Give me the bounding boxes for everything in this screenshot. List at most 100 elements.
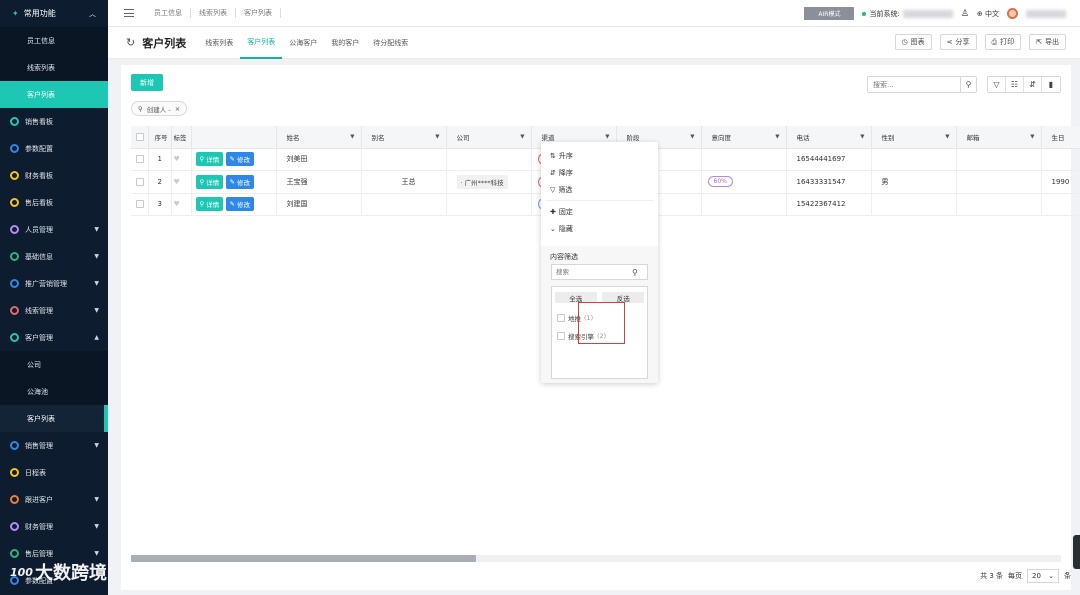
sidebar-group-b-2[interactable]: 跟进客户 ▼ <box>0 486 108 513</box>
air-mode-button[interactable]: AIR模式 <box>804 7 855 20</box>
checkbox[interactable] <box>557 314 565 322</box>
menu-item-sort-asc[interactable]: ⇅ 升序 <box>541 147 658 164</box>
row-checkbox[interactable] <box>136 155 144 164</box>
search-icon[interactable]: ⚲ <box>960 77 976 92</box>
col-birthday[interactable]: 生日 <box>1041 126 1080 149</box>
sidebar-group-b-0[interactable]: 销售管理 ▼ <box>0 432 108 459</box>
tab-customer-list[interactable]: 客户列表 <box>240 27 283 59</box>
chevron-down-icon[interactable]: ▼ <box>435 134 439 140</box>
sidebar-group-label: 人员管理 <box>25 225 53 234</box>
scrollbar-thumb[interactable] <box>131 555 476 562</box>
breadcrumb-employee-info[interactable]: 员工信息 <box>146 8 191 18</box>
sidebar-group-a-0[interactable]: 销售看板 <box>0 108 108 135</box>
row-actions: ⚲ 详情 ✎ 修改 <box>191 170 277 194</box>
edit-button[interactable]: ✎ 修改 <box>225 152 254 167</box>
tab-my-customers[interactable]: 我的客户 <box>324 27 366 59</box>
sidebar-group-a-2[interactable]: 财务看板 <box>0 162 108 189</box>
menu-item-filter[interactable]: ▽ 筛选 <box>541 181 658 198</box>
sidebar-group-a-6[interactable]: 推广营销管理 ▼ <box>0 270 108 297</box>
detail-button[interactable]: ⚲ 详情 <box>195 174 224 189</box>
sidebar-item-company[interactable]: 公司 <box>0 351 108 378</box>
menu-item-pin[interactable]: ✚ 固定 <box>541 203 658 220</box>
search-icon[interactable]: ⚲ <box>632 268 638 277</box>
chart-button[interactable]: ◷ 图表 <box>894 34 932 50</box>
breadcrumb-lead-list[interactable]: 线索列表 <box>191 8 236 18</box>
row-checkbox[interactable] <box>136 177 144 186</box>
sidebar-group-label: 参数配置 <box>25 144 53 153</box>
close-icon[interactable]: × <box>175 105 180 113</box>
add-button[interactable]: 新增 <box>131 74 163 91</box>
sidebar-group-a-1[interactable]: 参数配置 <box>0 135 108 162</box>
col-alias[interactable]: 别名 ▼ <box>361 126 447 149</box>
sidebar-item-public-pool[interactable]: 公海池 <box>0 378 108 405</box>
export-button[interactable]: ⇱ 导出 <box>1029 34 1066 50</box>
dropdown-search-input[interactable] <box>552 268 632 276</box>
tab-lead-list[interactable]: 线索列表 <box>198 27 240 59</box>
checkbox[interactable] <box>557 332 565 340</box>
col-intent[interactable]: 意向度 ▼ <box>701 126 787 149</box>
horizontal-scrollbar[interactable] <box>131 555 1061 562</box>
menu-toggle-icon[interactable] <box>124 9 134 17</box>
heart-icon[interactable]: ♥ <box>174 155 180 163</box>
menu-item-hide[interactable]: ⌄ 隐藏 <box>541 220 658 237</box>
tab-public-customers[interactable]: 公海客户 <box>282 27 324 59</box>
tab-pending-leads[interactable]: 待分配线索 <box>366 27 415 59</box>
sidebar-group-label: 跟进客户 <box>25 495 53 504</box>
language-switch[interactable]: ⊕ 中文 <box>977 9 999 19</box>
filter-icon[interactable]: ▽ <box>988 77 1006 92</box>
print-button[interactable]: ⎙ 打印 <box>984 34 1022 50</box>
col-phone[interactable]: 电话 ▼ <box>786 126 872 149</box>
menu-item-sort-desc[interactable]: ⇵ 降序 <box>541 164 658 181</box>
page-size-select[interactable]: 20 ⌄ <box>1027 569 1059 583</box>
chevron-down-icon[interactable]: ▼ <box>1030 134 1034 140</box>
button-label: 打印 <box>1000 38 1015 46</box>
columns-icon[interactable]: ☷ <box>1006 77 1024 92</box>
cell-company <box>446 193 532 216</box>
edit-button[interactable]: ✎ 修改 <box>225 174 254 189</box>
sidebar-group-a-5[interactable]: 基础信息 ▼ <box>0 243 108 270</box>
col-email[interactable]: 邮箱 ▼ <box>956 126 1042 149</box>
chevron-down-icon[interactable]: ▼ <box>690 134 694 140</box>
sidebar-item-customer-list-2[interactable]: 客户列表 <box>0 405 108 432</box>
edit-button[interactable]: ✎ 修改 <box>225 197 254 212</box>
share-button[interactable]: ⋖ 分享 <box>939 34 977 50</box>
col-alias-label: 别名 <box>371 133 385 142</box>
sidebar-group-a-8[interactable]: 客户管理 ▲ <box>0 324 108 351</box>
sidebar-group-a-7[interactable]: 线索管理 ▼ <box>0 297 108 324</box>
avatar[interactable] <box>1007 8 1018 19</box>
search-input[interactable] <box>868 80 960 89</box>
side-handle[interactable] <box>1073 535 1080 569</box>
sidebar-group-b-3[interactable]: 财务管理 ▼ <box>0 513 108 540</box>
sidebar-item-lead-list[interactable]: 线索列表 <box>0 54 108 81</box>
refresh-icon[interactable]: ↻ <box>126 36 135 49</box>
breadcrumb-customer-list[interactable]: 客户列表 <box>236 8 281 18</box>
sidebar-group-a-3[interactable]: 售后看板 <box>0 189 108 216</box>
bar-chart-icon[interactable]: ▮ <box>1042 77 1060 92</box>
chevron-down-icon[interactable]: ▼ <box>775 134 779 140</box>
current-system[interactable]: 当前系统: <box>862 9 953 19</box>
sidebar-group-b-1[interactable]: 日程表 <box>0 459 108 486</box>
heart-icon[interactable]: ♥ <box>174 200 180 208</box>
chevron-down-icon[interactable]: ▼ <box>605 134 609 140</box>
col-company[interactable]: 公司 ▼ <box>446 126 532 149</box>
sidebar-item-customer-list[interactable]: 客户列表 <box>0 81 108 108</box>
filter-tag-creator[interactable]: ⚲ 创建人 - × <box>131 101 188 116</box>
chevron-down-icon[interactable]: ▼ <box>520 134 524 140</box>
detail-button[interactable]: ⚲ 详情 <box>195 197 224 212</box>
row-index: 3 <box>148 193 172 216</box>
chevron-down-icon[interactable]: ▼ <box>350 134 354 140</box>
col-gender[interactable]: 性别 ▼ <box>871 126 957 149</box>
row-checkbox[interactable] <box>136 200 144 209</box>
sidebar-top-common[interactable]: ✦ 常用功能 ︿ <box>0 0 108 27</box>
edit-label: 修改 <box>236 178 250 187</box>
heart-icon[interactable]: ♥ <box>174 178 180 186</box>
detail-button[interactable]: ⚲ 详情 <box>195 152 224 167</box>
chevron-down-icon[interactable]: ▼ <box>860 134 864 140</box>
user-lock-icon[interactable]: ♙ <box>961 9 969 19</box>
sidebar-group-a-4[interactable]: 人员管理 ▼ <box>0 216 108 243</box>
sidebar-item-employee-info[interactable]: 员工信息 <box>0 27 108 54</box>
select-all-checkbox[interactable] <box>136 132 144 141</box>
col-name[interactable]: 姓名 ▼ <box>276 126 362 149</box>
chevron-down-icon[interactable]: ▼ <box>945 134 949 140</box>
density-icon[interactable]: ⇵ <box>1024 77 1042 92</box>
